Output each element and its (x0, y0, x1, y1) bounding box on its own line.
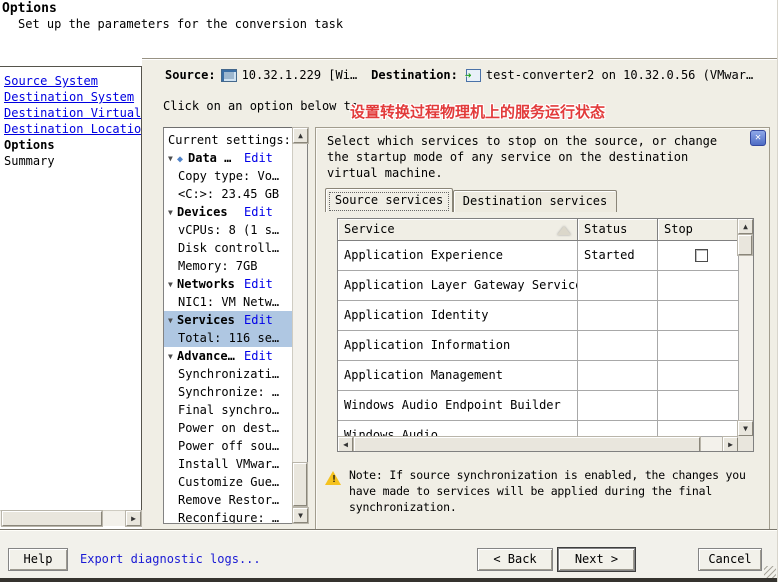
warning-exclamation: ! (331, 474, 337, 485)
page-subtitle: Set up the parameters for the conversion… (18, 17, 343, 31)
sidebar-item-destination-system[interactable]: Destination System (0, 89, 141, 105)
export-diagnostic-logs-link[interactable]: Export diagnostic logs... (80, 552, 261, 566)
edit-link-networks[interactable]: Edit (244, 275, 273, 293)
source-destination-bar: Source: 10.32.1.229 [Wi… Destination: te… (165, 68, 773, 82)
destination-label: Destination: (371, 68, 458, 82)
tree-item-c-drive: <C:>: 23.45 GB (164, 185, 292, 203)
tree-title: Current settings: (164, 131, 292, 149)
collapse-triangle-icon[interactable]: ▼ (168, 276, 177, 293)
tree-item-synchronization: Synchronizati… (164, 365, 292, 383)
scrollbar-thumb[interactable] (2, 511, 102, 526)
source-label: Source: (165, 68, 216, 82)
services-table: Service Status Stop Application Experien… (337, 218, 754, 452)
table-horizontal-scrollbar[interactable]: ◀ ▶ (338, 436, 738, 451)
close-icon[interactable]: ✕ (750, 130, 766, 146)
collapse-triangle-icon[interactable]: ▼ (168, 348, 177, 365)
scrollbar-thumb[interactable] (354, 437, 700, 452)
tree-item-services-total: Total: 116 se… (164, 329, 292, 347)
table-row[interactable]: Application Information (338, 331, 753, 361)
tree-item-memory: Memory: 7GB (164, 257, 292, 275)
back-button[interactable]: < Back (477, 548, 553, 571)
column-header-status[interactable]: Status (578, 219, 658, 241)
tree-item-services[interactable]: ▼ServicesEdit (164, 311, 292, 329)
next-button[interactable]: Next > (558, 548, 635, 571)
tree-item-data[interactable]: ▼◆Data …Edit (164, 149, 292, 167)
red-annotation-text: 设置转换过程物理机上的服务运行状态 (350, 101, 605, 122)
scrollbar-corner (738, 436, 753, 451)
table-row[interactable]: Application Management (338, 361, 753, 391)
data-diamond-icon: ◆ (177, 151, 188, 167)
help-button[interactable]: Help (8, 548, 68, 571)
scroll-right-button[interactable]: ▶ (723, 437, 738, 452)
edit-link-data[interactable]: Edit (244, 149, 273, 167)
table-vertical-scrollbar[interactable]: ▲ ▼ (738, 219, 753, 436)
tree-item-nic1: NIC1: VM Netw… (164, 293, 292, 311)
scroll-down-button[interactable]: ▼ (293, 508, 308, 523)
tab-source-services[interactable]: Source services (325, 188, 453, 212)
scrollbar-thumb[interactable] (293, 463, 307, 506)
tree-item-vcpus: vCPUs: 8 (1 s… (164, 221, 292, 239)
wizard-window: Options Set up the parameters for the co… (0, 0, 778, 582)
sidebar-item-summary: Summary (0, 153, 141, 169)
table-row[interactable]: Application Identity (338, 301, 753, 331)
column-header-service[interactable]: Service (338, 219, 578, 241)
edit-link-services[interactable]: Edit (244, 311, 273, 329)
scroll-left-button[interactable]: ◀ (338, 437, 353, 452)
computer-icon (221, 69, 237, 82)
tree-item-synchronize: Synchronize: … (164, 383, 292, 401)
collapse-triangle-icon[interactable]: ▼ (168, 204, 177, 221)
sidebar-item-destination-location[interactable]: Destination Location (0, 121, 141, 137)
scrollbar-thumb[interactable] (738, 235, 752, 255)
vm-green-arrow-icon (466, 69, 481, 82)
tree-item-customize-guest: Customize Gue… (164, 473, 292, 491)
stop-checkbox[interactable] (695, 249, 708, 262)
cancel-button[interactable]: Cancel (698, 548, 762, 571)
tree-item-copy-type: Copy type: Vo… (164, 167, 292, 185)
collapse-triangle-icon[interactable]: ▼ (168, 150, 177, 167)
tree-item-networks[interactable]: ▼NetworksEdit (164, 275, 292, 293)
sidebar-item-options: Options (0, 137, 141, 153)
window-bottom-edge (0, 578, 778, 582)
tree-item-disk-controller: Disk controll… (164, 239, 292, 257)
tree-item-final-sync: Final synchro… (164, 401, 292, 419)
page-title: Options (2, 1, 57, 16)
tab-destination-services[interactable]: Destination services (453, 190, 617, 212)
scroll-right-button[interactable]: ▶ (126, 511, 141, 526)
current-settings-tree: Current settings: ▼◆Data …Edit Copy type… (163, 127, 308, 524)
sort-ascending-icon (557, 226, 571, 235)
scroll-down-button[interactable]: ▼ (738, 421, 753, 436)
sidebar-item-source-system[interactable]: Source System (0, 73, 141, 89)
note-text: Note: If source synchronization is enabl… (349, 467, 746, 515)
wizard-steps-sidebar: Source System Destination System Destina… (0, 66, 142, 526)
edit-link-advanced[interactable]: Edit (244, 347, 273, 365)
tree-item-advanced[interactable]: ▼Advance…Edit (164, 347, 292, 365)
table-row[interactable]: Windows Audio Endpoint Builder (338, 391, 753, 421)
table-row[interactable]: Application Layer Gateway Service (338, 271, 753, 301)
destination-value: test-converter2 on 10.32.0.56 (VMwar… (486, 68, 753, 82)
tree-item-remove-restore: Remove Restor… (164, 491, 292, 509)
scroll-up-button[interactable]: ▲ (738, 219, 753, 234)
sidebar-horizontal-scrollbar[interactable]: ▶ (0, 510, 141, 526)
tree-item-power-off-source: Power off sou… (164, 437, 292, 455)
source-value: 10.32.1.229 [Wi… (242, 68, 358, 82)
table-header-row: Service Status Stop (338, 219, 753, 241)
tree-item-devices[interactable]: ▼DevicesEdit (164, 203, 292, 221)
services-description: Select which services to stop on the sou… (327, 133, 717, 181)
instruction-text: Click on an option below to (163, 99, 358, 113)
edit-link-devices[interactable]: Edit (244, 203, 273, 221)
table-row[interactable]: Application Experience Started (338, 241, 753, 271)
tree-item-install-tools: Install VMwar… (164, 455, 292, 473)
tree-item-reconfigure: Reconfigure: … (164, 509, 292, 524)
sidebar-item-destination-virtual-machine[interactable]: Destination Virtual M (0, 105, 141, 121)
resize-grip[interactable] (764, 566, 776, 578)
scroll-up-button[interactable]: ▲ (293, 128, 308, 143)
tree-vertical-scrollbar[interactable]: ▲ ▼ (292, 128, 307, 523)
tree-item-power-on-dest: Power on dest… (164, 419, 292, 437)
collapse-triangle-icon[interactable]: ▼ (168, 312, 177, 329)
